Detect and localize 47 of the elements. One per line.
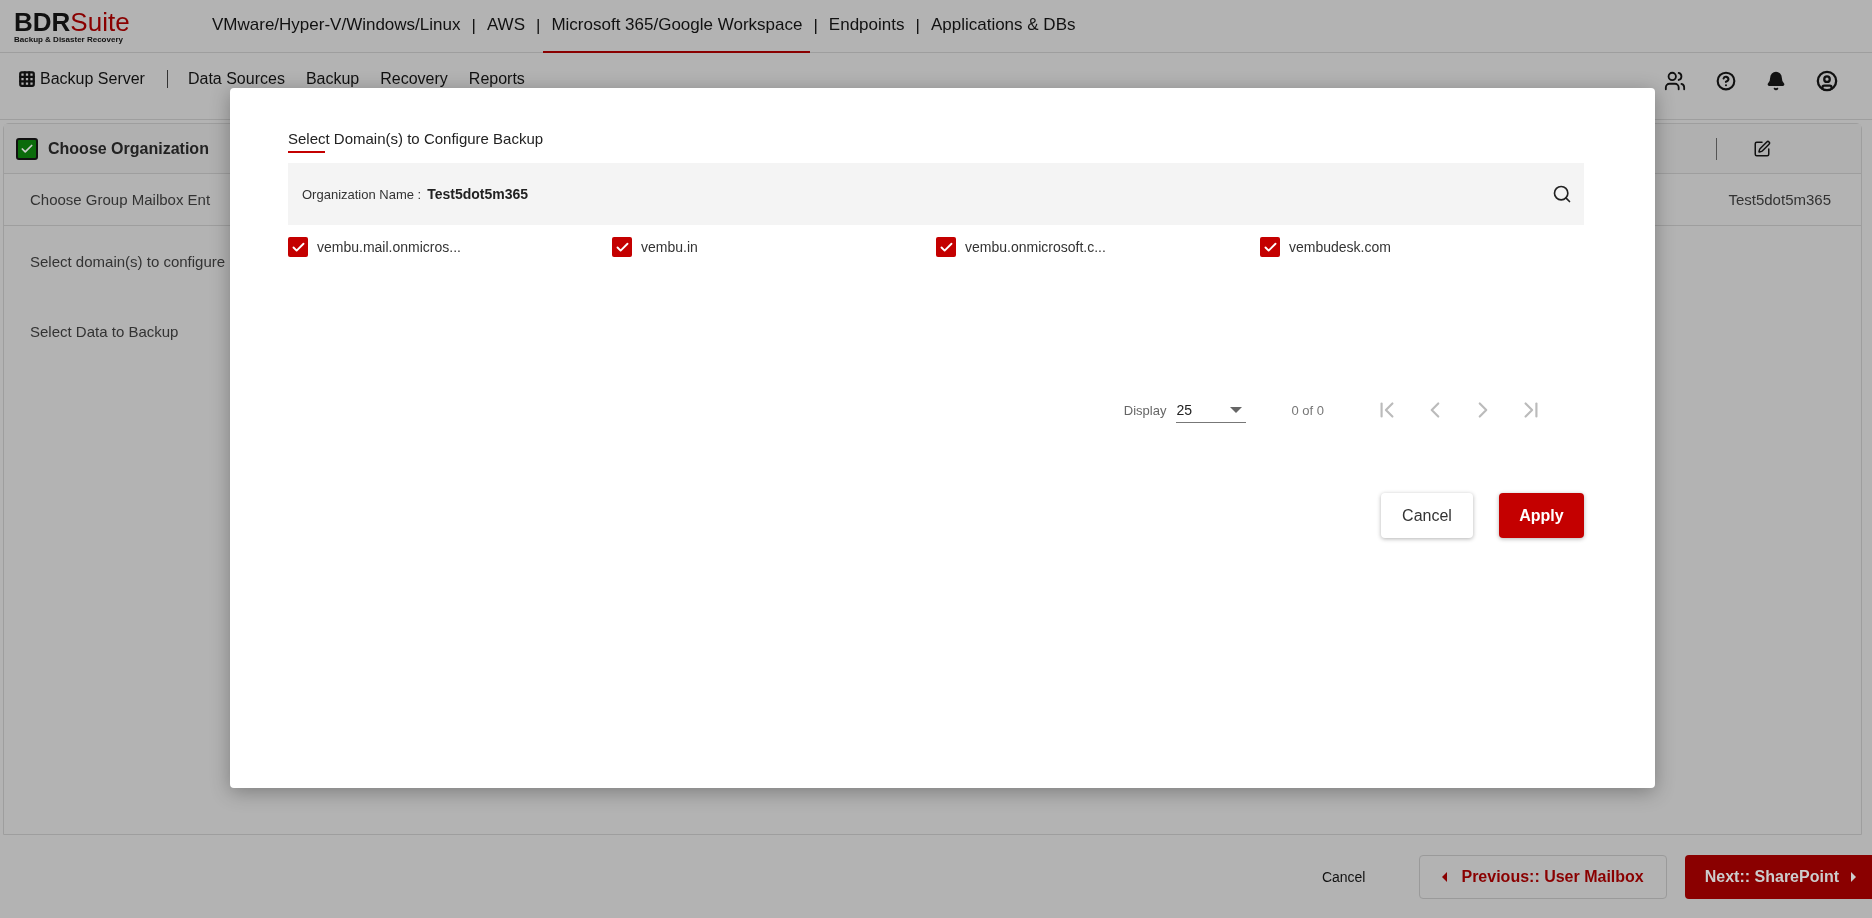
next-button[interactable]: Next:: SharePoint bbox=[1684, 854, 1872, 899]
grid-icon bbox=[18, 70, 36, 88]
help-icon[interactable] bbox=[1716, 71, 1736, 91]
backup-server-menu[interactable]: Backup Server bbox=[18, 70, 168, 88]
step-label: Choose Group Mailbox Ent bbox=[30, 191, 211, 208]
users-icon[interactable] bbox=[1664, 70, 1686, 92]
step-title: Choose Organization bbox=[48, 139, 209, 158]
organization-label: Organization Name : bbox=[302, 186, 422, 202]
domain-checkbox[interactable] bbox=[1260, 237, 1280, 257]
product-tab[interactable]: Microsoft 365/Google Workspace bbox=[543, 0, 811, 53]
apply-button[interactable]: Apply bbox=[1499, 493, 1584, 538]
user-icon[interactable] bbox=[1816, 70, 1838, 92]
organization-name: Test5dot5m365 bbox=[427, 186, 529, 202]
previous-button[interactable]: Previous:: User Mailbox bbox=[1419, 854, 1667, 899]
brand-tagline: Backup & Disaster Recovery bbox=[14, 34, 124, 44]
domain-name: vembudesk.com bbox=[1289, 239, 1391, 255]
cancel-button[interactable]: Cancel bbox=[1381, 493, 1473, 538]
page-size-select[interactable]: 25 bbox=[1176, 397, 1247, 423]
tab-separator: | bbox=[470, 15, 477, 37]
product-tab[interactable]: Applications & DBs bbox=[922, 0, 1084, 53]
tab-separator: | bbox=[535, 15, 542, 37]
step-label: Select Data to Backup bbox=[30, 322, 179, 340]
bell-icon[interactable] bbox=[1766, 71, 1786, 91]
product-tab[interactable]: VMware/Hyper-V/Windows/Linux bbox=[204, 0, 469, 53]
brand-logo: BDRSuite bbox=[14, 8, 131, 35]
edit-icon[interactable] bbox=[1753, 139, 1771, 158]
product-tab[interactable]: Endpoints bbox=[820, 0, 913, 53]
search-icon[interactable] bbox=[1552, 184, 1572, 204]
domain-checkbox[interactable] bbox=[936, 237, 956, 257]
dialog-title: Select Domain(s) to Configure Backup bbox=[288, 130, 544, 153]
nav-link[interactable]: Backup bbox=[305, 70, 360, 88]
step-label: Select domain(s) to configure bbox=[30, 252, 226, 270]
cancel-button[interactable]: Cancel bbox=[1315, 867, 1372, 886]
nav-link[interactable]: Recovery bbox=[380, 70, 448, 88]
domain-checkbox[interactable] bbox=[612, 237, 632, 257]
step-value: Test5dot5m365 bbox=[1728, 191, 1831, 208]
nav-link[interactable]: Data Sources bbox=[187, 70, 285, 88]
domain-checkbox[interactable] bbox=[288, 237, 308, 257]
page-count: 0 of 0 bbox=[1291, 402, 1324, 418]
domain-name: vembu.mail.onmicros... bbox=[317, 239, 461, 255]
domain-name: vembu.onmicrosoft.c... bbox=[965, 239, 1106, 255]
product-tab[interactable]: AWS bbox=[478, 0, 533, 53]
nav-link[interactable]: Reports bbox=[468, 70, 525, 88]
domain-name: vembu.in bbox=[641, 239, 698, 255]
tab-separator: | bbox=[812, 15, 819, 37]
display-label: Display bbox=[1123, 402, 1167, 418]
tab-separator: | bbox=[914, 15, 921, 37]
